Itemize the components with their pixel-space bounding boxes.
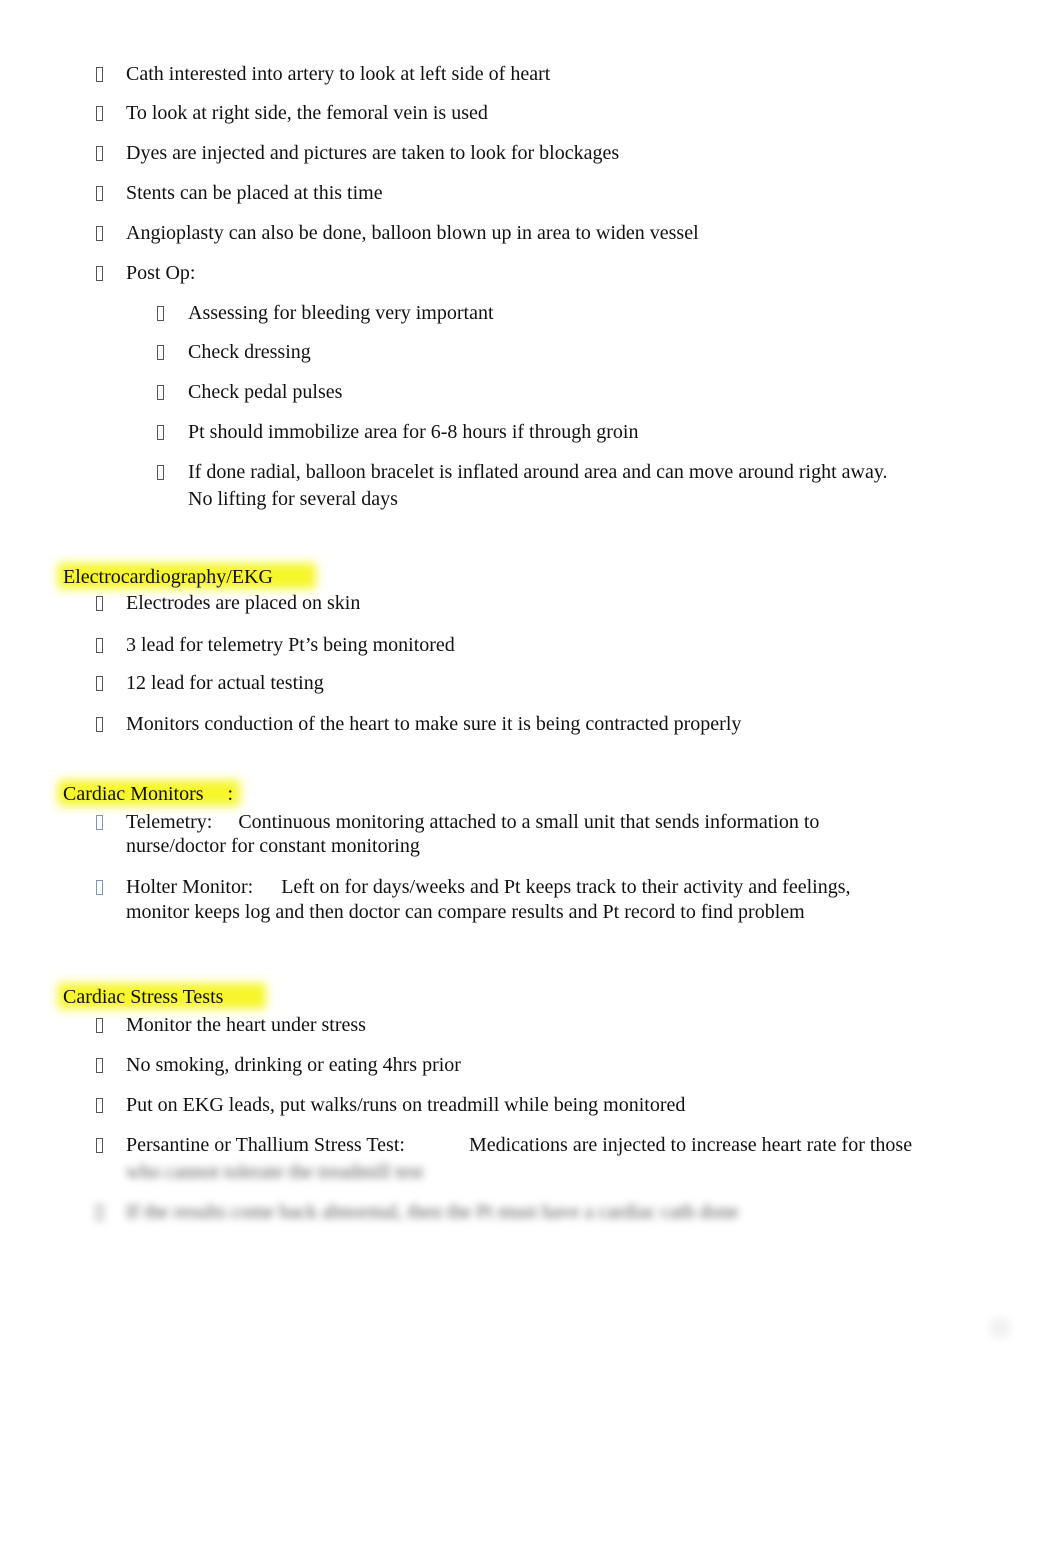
- list-item: Monitors conduction of the heart to make…: [126, 713, 742, 735]
- list-item-post-op: Post Op:: [126, 262, 196, 284]
- list-item: To look at right side, the femoral vein …: [126, 102, 488, 124]
- list-item-holter: Holter Monitor: Left on for days/weeks an…: [126, 875, 851, 900]
- list-item-continued: monitor keeps log and then doctor can co…: [126, 901, 805, 923]
- list-item: No smoking, drinking or eating 4hrs prio…: [126, 1054, 461, 1076]
- bullet-icon: [96, 266, 103, 281]
- bullet-icon: [96, 1205, 103, 1220]
- heading-text: Cardiac Monitors: [63, 783, 204, 805]
- bullet-icon: [96, 226, 103, 241]
- list-item: Angioplasty can also be done, balloon bl…: [126, 222, 699, 244]
- page-number-blurred: [990, 1318, 1010, 1338]
- section-heading-stress-tests: Cardiac Stress Tests: [63, 986, 224, 1008]
- bullet-icon: [96, 106, 103, 121]
- bullet-icon: [96, 1058, 103, 1073]
- list-item: 12 lead for actual testing: [126, 672, 324, 694]
- sub-list-item-continued: No lifting for several days: [188, 488, 398, 510]
- bullet-icon: [96, 880, 103, 895]
- list-item-continued: nurse/doctor for constant monitoring: [126, 835, 420, 857]
- bullet-icon: [96, 638, 103, 653]
- list-item-blurred: If the results come back abnormal, then …: [126, 1201, 739, 1223]
- bullet-icon: [96, 596, 103, 611]
- bullet-icon: [157, 306, 164, 321]
- sub-list-item: Assessing for bleeding very important: [188, 302, 494, 324]
- bullet-icon: [96, 717, 103, 732]
- bullet-icon: [157, 465, 164, 480]
- term-description: Left on for days/weeks and Pt keeps trac…: [281, 876, 851, 898]
- term-description: Continuous monitoring attached to a smal…: [238, 811, 820, 833]
- list-item-continued-blurred: who cannot tolerate the treadmill test: [126, 1161, 424, 1183]
- heading-colon: :: [227, 783, 234, 805]
- term-label: Persantine or Thallium Stress Test:: [126, 1134, 405, 1156]
- term-description: Medications are injected to increase hea…: [468, 1134, 913, 1156]
- bullet-icon: [96, 676, 103, 691]
- list-item: Put on EKG leads, put walks/runs on trea…: [126, 1094, 686, 1116]
- bullet-icon: [157, 425, 164, 440]
- list-item: Cath interested into artery to look at l…: [126, 63, 551, 85]
- list-item: Stents can be placed at this time: [126, 182, 383, 204]
- term-label: Holter Monitor:: [126, 876, 254, 898]
- list-item: 3 lead for telemetry Pt’s being monitore…: [126, 634, 455, 656]
- bullet-icon: [96, 1018, 103, 1033]
- section-heading-ekg: Electrocardiography/EKG: [63, 566, 273, 588]
- sub-list-item: Check pedal pulses: [188, 381, 343, 403]
- bullet-icon: [96, 815, 103, 830]
- bullet-icon: [96, 186, 103, 201]
- bullet-icon: [96, 67, 103, 82]
- list-item: Monitor the heart under stress: [126, 1014, 366, 1036]
- list-item: Dyes are injected and pictures are taken…: [126, 142, 620, 164]
- bullet-icon: [157, 385, 164, 400]
- bullet-icon: [96, 1138, 103, 1153]
- list-item-persantine: Persantine or Thallium Stress Test: Medic…: [126, 1133, 912, 1158]
- sub-list-item: If done radial, balloon bracelet is infl…: [188, 461, 888, 483]
- section-heading-cardiac-monitors: Cardiac Monitors:: [61, 782, 235, 807]
- term-label: Telemetry:: [126, 811, 213, 833]
- sub-list-item: Pt should immobilize area for 6-8 hours …: [188, 421, 639, 443]
- sub-list-item: Check dressing: [188, 341, 311, 363]
- list-item: Electrodes are placed on skin: [126, 592, 361, 614]
- bullet-icon: [157, 345, 164, 360]
- list-item-telemetry: Telemetry: Continuous monitoring attached…: [126, 810, 819, 835]
- bullet-icon: [96, 1098, 103, 1113]
- bullet-icon: [96, 146, 103, 161]
